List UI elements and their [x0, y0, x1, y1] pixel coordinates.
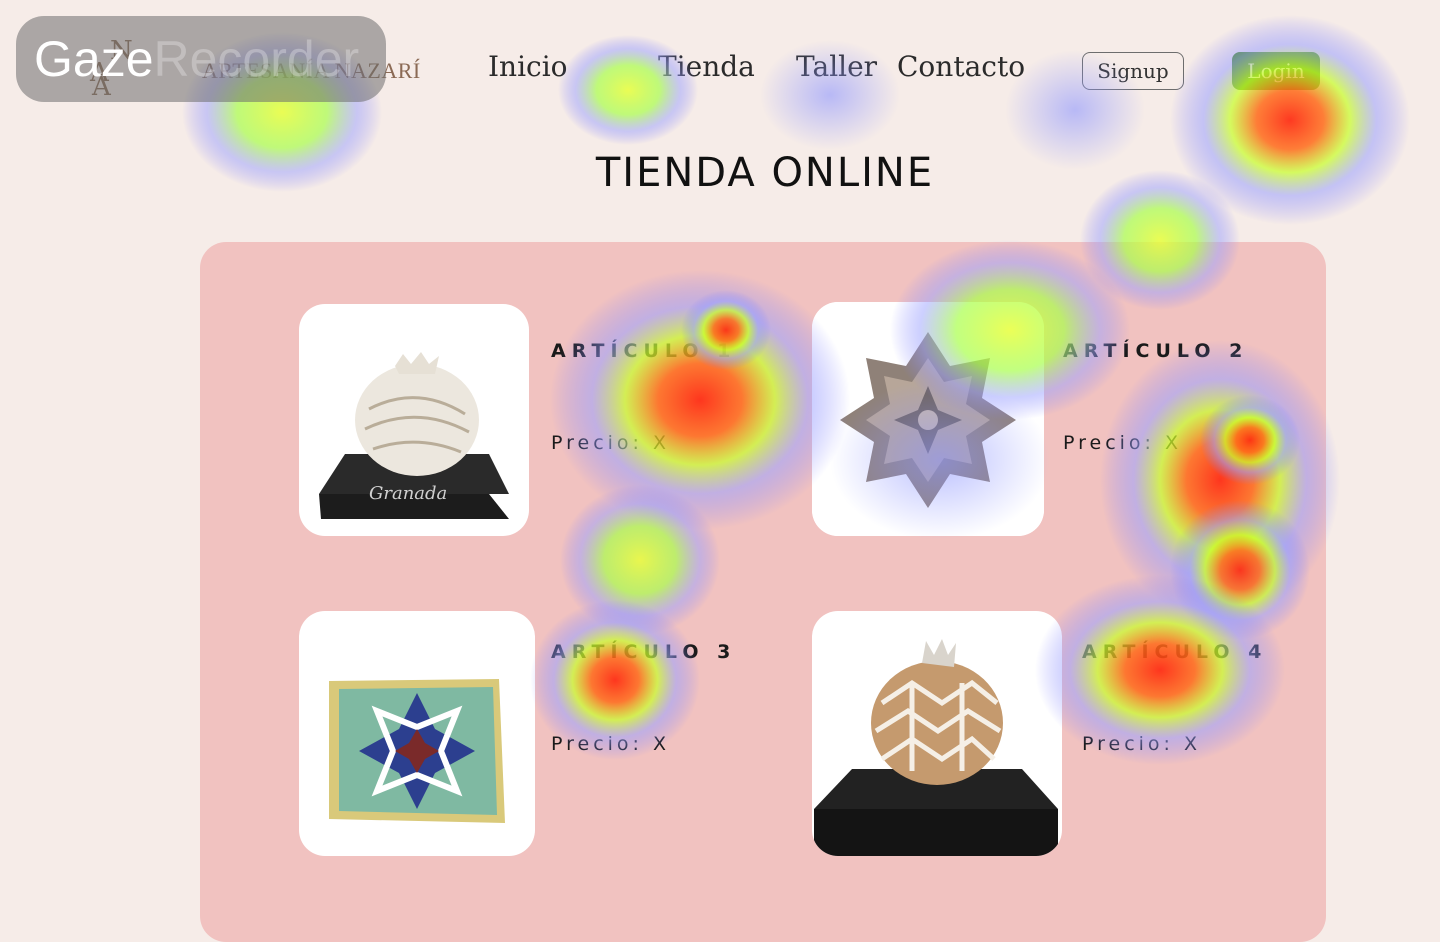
pomegranate-vase-image: Granada: [319, 352, 509, 519]
nav-inicio[interactable]: Inicio: [488, 50, 568, 83]
product-1-image[interactable]: Granada: [299, 304, 529, 536]
watermark-text-part1: Gaze: [34, 31, 154, 87]
product-4-title[interactable]: ARTÍCULO 4: [1082, 641, 1267, 663]
geometric-tile-image: [329, 679, 505, 823]
product-4-price: Precio: X: [1082, 733, 1202, 755]
login-button[interactable]: Login: [1232, 52, 1320, 90]
gazerecorder-watermark: Gaze Recorder: [16, 16, 386, 102]
product-2-image[interactable]: [812, 302, 1044, 536]
product-2-price: Precio: X: [1063, 432, 1183, 454]
product-3-price: Precio: X: [551, 733, 671, 755]
product-1-title[interactable]: ARTÍCULO 1: [551, 340, 736, 362]
nav-tienda[interactable]: Tienda: [658, 50, 755, 83]
page-title: TIENDA ONLINE: [595, 150, 935, 196]
product-3-image[interactable]: [299, 611, 535, 856]
granada-caption: Granada: [369, 483, 447, 504]
star-ornament-image: [812, 302, 1044, 536]
product-2-title[interactable]: ARTÍCULO 2: [1063, 340, 1248, 362]
product-3-title[interactable]: ARTÍCULO 3: [551, 641, 736, 663]
product-1-price: Precio: X: [551, 432, 671, 454]
carved-pomegranate-image: [814, 639, 1058, 856]
nav-contacto[interactable]: Contacto: [897, 50, 1025, 83]
signup-button[interactable]: Signup: [1082, 52, 1184, 90]
product-4-image[interactable]: [812, 611, 1062, 856]
watermark-text-part2: Recorder: [153, 31, 360, 87]
nav-taller[interactable]: Taller: [796, 50, 877, 83]
